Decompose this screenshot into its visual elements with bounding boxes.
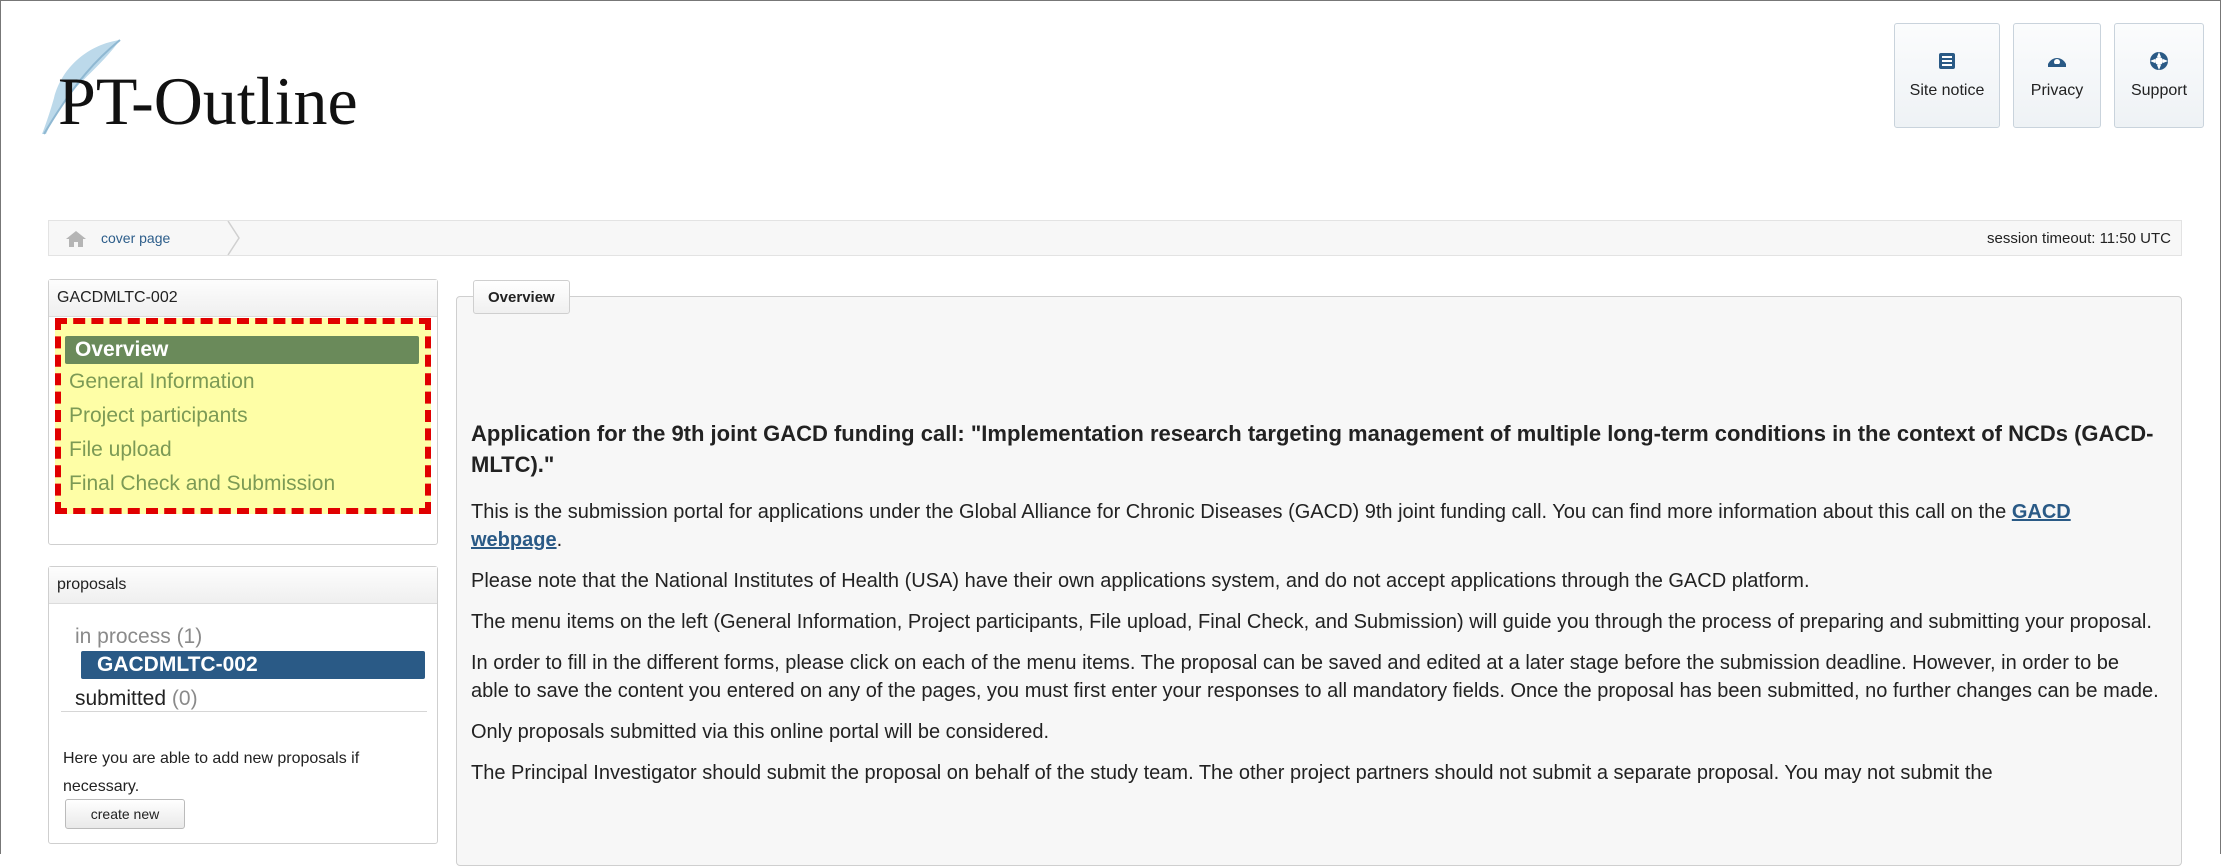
submitted-count: (0) bbox=[171, 687, 198, 710]
breadcrumb: cover page session timeout: 11:50 UTC bbox=[48, 220, 2182, 256]
menu-item-final-check[interactable]: Final Check and Submission bbox=[69, 472, 335, 496]
site-notice-button[interactable]: Site notice bbox=[1894, 23, 2000, 128]
support-button[interactable]: Support bbox=[2114, 23, 2204, 128]
proposals-title: proposals bbox=[49, 567, 437, 604]
logo-text: PT-Outline bbox=[58, 63, 358, 139]
active-proposal-item[interactable]: GACDMLTC-002 bbox=[81, 651, 425, 679]
home-icon[interactable] bbox=[65, 230, 87, 248]
pi-paragraph: The Principal Investigator should submit… bbox=[471, 762, 1993, 784]
breadcrumb-cover-page[interactable]: cover page bbox=[101, 230, 170, 246]
intro-text: This is the submission portal for applic… bbox=[471, 501, 2012, 523]
overview-legend: Overview bbox=[473, 280, 570, 314]
in-process-row[interactable]: in process (1) bbox=[75, 625, 202, 649]
menu-item-general-information[interactable]: General Information bbox=[69, 370, 255, 394]
lifebuoy-icon bbox=[2150, 52, 2168, 70]
site-notice-label: Site notice bbox=[1909, 82, 1985, 99]
forms-paragraph: In order to fill in the different forms,… bbox=[471, 652, 2159, 702]
menu-item-project-participants[interactable]: Project participants bbox=[69, 404, 248, 428]
submitted-label: submitted bbox=[75, 687, 167, 710]
session-timeout: session timeout: 11:50 UTC bbox=[1987, 230, 2171, 247]
logo[interactable]: PT-Outline bbox=[40, 36, 400, 146]
in-process-label: in process bbox=[75, 625, 171, 648]
intro-paragraph: This is the submission portal for applic… bbox=[471, 498, 2161, 554]
proposal-menu-title: GACDMLTC-002 bbox=[49, 280, 437, 317]
create-new-button[interactable]: create new bbox=[65, 799, 185, 829]
support-label: Support bbox=[2130, 82, 2188, 99]
submitted-row[interactable]: submitted (0) bbox=[75, 687, 198, 711]
page-heading: Application for the 9th joint GACD fundi… bbox=[471, 421, 2154, 477]
nih-note-paragraph: Please note that the National Institutes… bbox=[471, 570, 1810, 592]
building-icon bbox=[1939, 53, 1955, 69]
privacy-label: Privacy bbox=[2030, 82, 2084, 99]
overview-content: Application for the 9th joint GACD fundi… bbox=[471, 418, 2161, 800]
menu-item-overview[interactable]: Overview bbox=[65, 336, 419, 364]
intro-text-end: . bbox=[556, 529, 563, 551]
breadcrumb-separator bbox=[227, 221, 240, 255]
menu-guide-paragraph: The menu items on the left (General Info… bbox=[471, 611, 2152, 633]
proposal-menu-panel: GACDMLTC-002 Overview General Informatio… bbox=[48, 279, 438, 545]
in-process-count: (1) bbox=[176, 625, 203, 648]
portal-only-paragraph: Only proposals submitted via this online… bbox=[471, 721, 1050, 743]
proposals-panel: proposals in process (1) GACDMLTC-002 su… bbox=[48, 566, 438, 844]
privacy-button[interactable]: Privacy bbox=[2013, 23, 2101, 128]
proposals-divider bbox=[61, 711, 427, 712]
eye-icon bbox=[2048, 58, 2066, 67]
menu-item-file-upload[interactable]: File upload bbox=[69, 438, 172, 462]
proposals-help-text: Here you are able to add new proposals i… bbox=[63, 750, 360, 795]
